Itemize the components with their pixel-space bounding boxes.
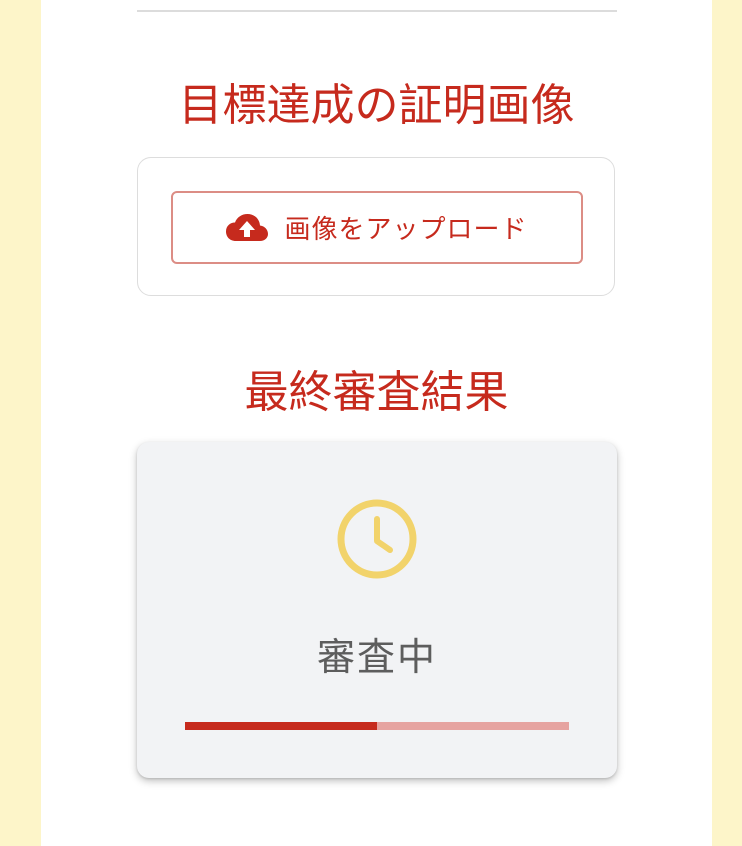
review-progress-fill <box>185 722 377 730</box>
divider <box>137 10 617 12</box>
clock-icon <box>336 498 418 580</box>
upload-button-label: 画像をアップロード <box>284 215 528 245</box>
proof-image-title: 目標達成の証明画像 <box>178 80 575 131</box>
review-progress-bar <box>185 722 569 730</box>
final-result-title: 最終審査結果 <box>244 367 509 418</box>
review-status-card: 審査中 <box>137 442 617 778</box>
upload-image-button[interactable]: 画像をアップロード <box>171 191 583 264</box>
review-status-label: 審査中 <box>316 635 437 679</box>
upload-card: 画像をアップロード <box>137 157 615 296</box>
main-panel: 目標達成の証明画像 画像をアップロード 最終審査結果 審査中 <box>41 0 712 846</box>
cloud-upload-icon <box>226 213 269 243</box>
